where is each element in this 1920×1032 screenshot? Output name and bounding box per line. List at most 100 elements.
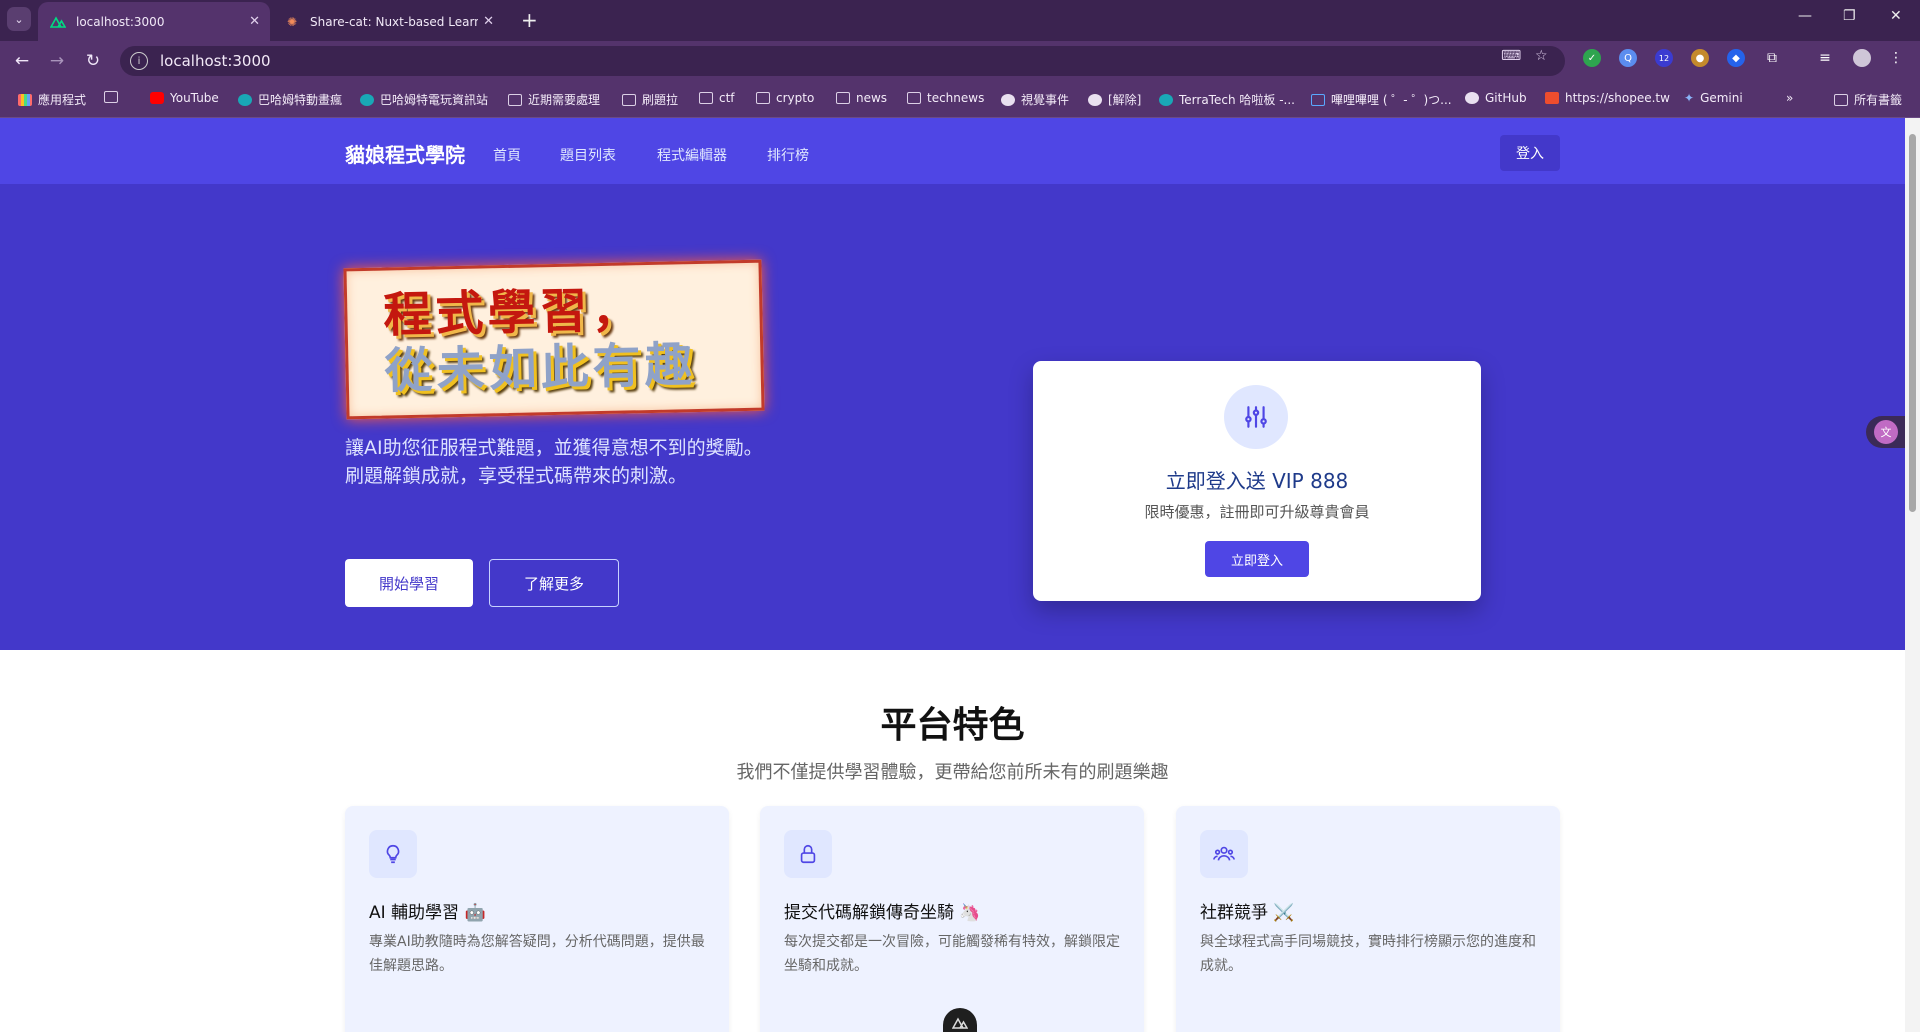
feature-title: 提交代碼解鎖傳奇坐騎 🦄 xyxy=(784,903,981,923)
site-info-icon[interactable]: i xyxy=(130,52,148,70)
tab-search-button[interactable]: ⌄ xyxy=(7,7,31,31)
tab-title: localhost:3000 xyxy=(76,14,165,29)
menu-kebab-icon[interactable]: ⋮ xyxy=(1887,49,1905,67)
bookmarks-overflow-icon[interactable]: » xyxy=(1786,91,1793,105)
profile-avatar[interactable] xyxy=(1853,49,1871,67)
bookmark-visual-event[interactable]: 視覺事件 xyxy=(1001,91,1069,108)
shield-extension-icon[interactable]: ✓ xyxy=(1583,49,1601,67)
back-icon[interactable]: ← xyxy=(10,49,34,73)
hero-subtitle-2: 刷題解鎖成就，享受程式碼帶來的刺激。 xyxy=(345,465,688,487)
bookmark-bahamut-gnn[interactable]: 巴哈姆特電玩資訊站 xyxy=(360,91,488,108)
features-title: 平台特色 xyxy=(880,705,1025,746)
bookmark-apps[interactable]: 應用程式 xyxy=(18,91,86,108)
vip-promo-card: 立即登入送 VIP 888 限時優惠，註冊即可升級尊貴會員 立即登入 xyxy=(1033,361,1481,601)
login-button[interactable]: 登入 xyxy=(1500,135,1560,171)
feature-description: 與全球程式高手同場競技，實時排行榜顯示您的進度和成就。 xyxy=(1200,934,1536,974)
bookmark-folder-leetcode[interactable]: 刷題拉 xyxy=(622,91,678,108)
restore-icon[interactable]: ❐ xyxy=(1843,8,1856,24)
grid-icon xyxy=(104,91,118,103)
scrollbar-thumb[interactable] xyxy=(1909,134,1916,512)
close-window-icon[interactable]: ✕ xyxy=(1890,8,1902,24)
feature-description: 專業AI助教隨時為您解答疑問，分析代碼問題，提供最佳解題思路。 xyxy=(369,934,705,974)
address-bar[interactable]: i localhost:3000 xyxy=(120,46,1565,76)
nuxt-favicon-icon xyxy=(50,14,66,30)
tab-localhost[interactable]: localhost:3000 ✕ xyxy=(38,2,270,41)
browser-toolbar: ← → ↻ i localhost:3000 ⌨ ☆ ✓ Q 12 ● ◆ ⧉ … xyxy=(0,41,1920,81)
gemini-icon: ✦ xyxy=(1684,91,1695,105)
feature-card-ai: AI 輔助學習 🤖 專業AI助教隨時為您解答疑問，分析代碼問題，提供最佳解題思路… xyxy=(345,806,729,1032)
bahamut-icon xyxy=(238,93,252,106)
url-text: localhost:3000 xyxy=(160,52,271,70)
bookmark-folder-todo[interactable]: 近期需要處理 xyxy=(508,91,600,108)
start-learning-button[interactable]: 開始學習 xyxy=(345,559,473,607)
folder-icon xyxy=(508,93,522,106)
hero-section: 程式學習， 從未如此有趣 讓AI助您征服程式難題，並獲得意想不到的獎勵。 刷題解… xyxy=(0,184,1905,650)
translate-icon[interactable]: ⌨ xyxy=(1501,48,1521,64)
bookmark-bahamut-anime[interactable]: 巴哈姆特動畫瘋 xyxy=(238,91,342,108)
new-tab-button[interactable]: + xyxy=(521,8,538,32)
search-extension-icon[interactable]: Q xyxy=(1619,49,1637,67)
bookmark-bilibili[interactable]: 嗶哩嗶哩 ( ゜- ゜)つ... xyxy=(1311,91,1452,108)
vip-login-button[interactable]: 立即登入 xyxy=(1205,541,1309,577)
banner-line-1: 程式學習， xyxy=(382,282,645,344)
nav-home[interactable]: 首頁 xyxy=(493,145,521,165)
folder-icon xyxy=(836,92,850,104)
extension-badge-icon[interactable]: 12 xyxy=(1655,49,1673,67)
globe-icon xyxy=(1001,93,1015,106)
nav-leaderboard[interactable]: 排行榜 xyxy=(767,145,809,165)
media-control-icon[interactable]: ≡ xyxy=(1816,49,1834,67)
site-navbar: 貓娘程式學院 首頁 題目列表 程式編輯器 排行榜 登入 xyxy=(0,118,1905,184)
bookmark-folder-technews[interactable]: technews xyxy=(907,91,984,105)
close-tab-icon[interactable]: ✕ xyxy=(249,14,260,29)
folder-icon xyxy=(1834,93,1848,106)
nav-editor[interactable]: 程式編輯器 xyxy=(657,145,727,165)
tab-share-cat[interactable]: ✺ Share-cat: Nuxt-based Learnin ✕ xyxy=(272,2,504,41)
bookmark-star-icon[interactable]: ☆ xyxy=(1535,48,1548,64)
bookmark-all-bookmarks[interactable]: 所有書籤 xyxy=(1834,91,1902,108)
hero-banner: 程式學習， 從未如此有趣 xyxy=(343,259,765,420)
bahamut-icon xyxy=(360,93,374,106)
tab-title: Share-cat: Nuxt-based Learnin xyxy=(310,14,478,29)
apps-grid-icon xyxy=(18,93,32,106)
bookmark-grid[interactable] xyxy=(104,91,124,103)
bookmark-folder-ctf[interactable]: ctf xyxy=(699,91,735,105)
close-tab-icon[interactable]: ✕ xyxy=(483,14,494,29)
bilibili-icon xyxy=(1311,93,1325,106)
bookmark-terratech[interactable]: TerraTech 哈啦板 -... xyxy=(1159,91,1295,108)
vip-title: 立即登入送 VIP 888 xyxy=(1165,469,1349,493)
lock-icon xyxy=(784,830,832,878)
page-scrollbar[interactable] xyxy=(1905,118,1920,1032)
youtube-icon xyxy=(150,92,164,104)
hero-subtitle-1: 讓AI助您征服程式難題，並獲得意想不到的獎勵。 xyxy=(345,437,763,459)
site-brand[interactable]: 貓娘程式學院 xyxy=(345,139,465,168)
extensions-puzzle-icon[interactable]: ⧉ xyxy=(1763,49,1781,67)
bookmark-github[interactable]: GitHub xyxy=(1465,91,1527,105)
bookmark-folder-news[interactable]: news xyxy=(836,91,887,105)
extension-badge-count: 12 xyxy=(1658,53,1670,63)
floating-translate-widget[interactable]: 文 xyxy=(1866,416,1905,448)
learn-more-button[interactable]: 了解更多 xyxy=(489,559,619,607)
banner-line-2: 從未如此有趣 xyxy=(384,337,698,400)
forward-icon[interactable]: → xyxy=(45,49,69,73)
bahamut-icon xyxy=(1159,93,1173,106)
reload-icon[interactable]: ↻ xyxy=(81,49,105,73)
feature-title: 社群競爭 ⚔️ xyxy=(1200,903,1295,923)
bookmark-folder-crypto[interactable]: crypto xyxy=(756,91,814,105)
security-extension-icon[interactable]: ◆ xyxy=(1727,49,1745,67)
features-subtitle: 我們不僅提供學習體驗，更帶給您前所未有的刷題樂趣 xyxy=(736,762,1169,783)
users-icon xyxy=(1200,830,1248,878)
translate-widget-icon: 文 xyxy=(1874,420,1898,444)
github-icon xyxy=(1465,92,1479,104)
feature-title: AI 輔助學習 🤖 xyxy=(369,903,486,923)
sliders-icon xyxy=(1224,385,1288,449)
cookie-extension-icon[interactable]: ● xyxy=(1691,49,1709,67)
bookmark-gemini[interactable]: ✦ Gemini xyxy=(1684,91,1743,105)
nav-problems[interactable]: 題目列表 xyxy=(560,145,616,165)
folder-icon xyxy=(756,92,770,104)
minimize-icon[interactable]: — xyxy=(1798,8,1812,24)
bookmark-youtube[interactable]: YouTube xyxy=(150,91,219,105)
bookmark-unlock[interactable]: [解除] xyxy=(1088,91,1141,108)
shopee-icon xyxy=(1545,92,1559,104)
bookmark-shopee[interactable]: https://shopee.tw xyxy=(1545,91,1670,105)
browser-tab-strip: ⌄ localhost:3000 ✕ ✺ Share-cat: Nuxt-bas… xyxy=(0,0,1920,41)
